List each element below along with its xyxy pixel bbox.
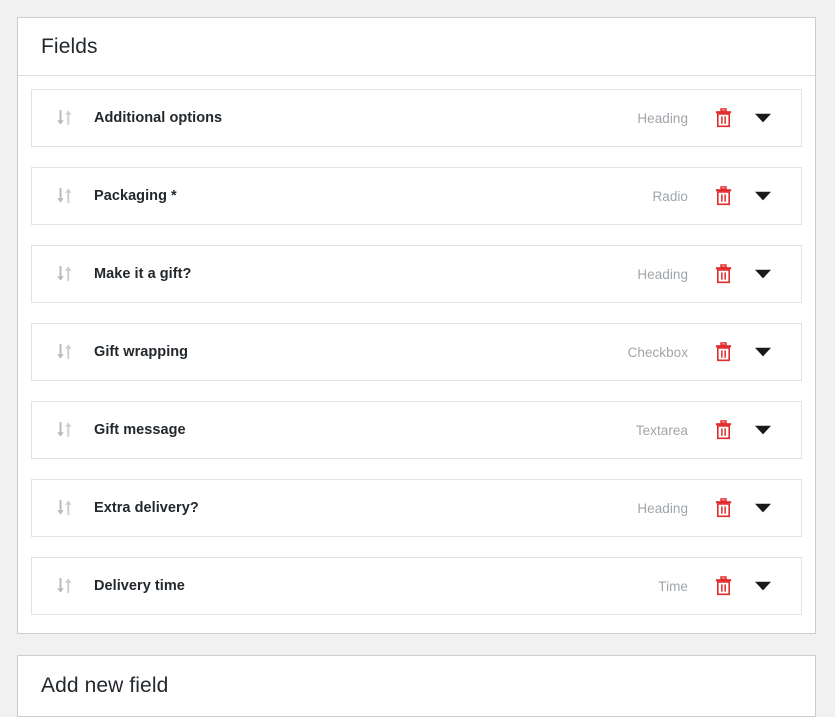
field-row[interactable]: Additional options Heading bbox=[31, 89, 802, 147]
trash-icon[interactable] bbox=[710, 573, 736, 599]
chevron-down-icon[interactable] bbox=[750, 417, 776, 443]
trash-icon[interactable] bbox=[710, 339, 736, 365]
field-row-label: Gift message bbox=[94, 422, 186, 438]
sort-arrows-icon[interactable] bbox=[53, 418, 77, 442]
trash-icon[interactable] bbox=[710, 495, 736, 521]
field-row[interactable]: Gift wrapping Checkbox bbox=[31, 323, 802, 381]
chevron-down-icon[interactable] bbox=[750, 261, 776, 287]
field-row-label: Gift wrapping bbox=[94, 344, 189, 360]
field-row-label: Delivery time bbox=[94, 578, 185, 594]
field-row-type: Time bbox=[658, 578, 688, 594]
page-title: Fields bbox=[41, 35, 98, 58]
chevron-down-icon[interactable] bbox=[750, 339, 776, 365]
sort-arrows-icon[interactable] bbox=[53, 496, 77, 520]
field-row-type: Heading bbox=[637, 110, 688, 126]
field-row[interactable]: Delivery time Time bbox=[31, 557, 802, 615]
chevron-down-icon[interactable] bbox=[750, 495, 776, 521]
field-row-type: Checkbox bbox=[627, 344, 688, 360]
field-row-label: Additional options bbox=[94, 110, 223, 126]
sort-arrows-icon[interactable] bbox=[53, 262, 77, 286]
field-row-label: Extra delivery? bbox=[94, 500, 199, 516]
field-row[interactable]: Gift message Textarea bbox=[31, 401, 802, 459]
add-new-field-panel: Add new field bbox=[17, 655, 816, 717]
field-row-label: Packaging * bbox=[94, 188, 177, 204]
chevron-down-icon[interactable] bbox=[750, 105, 776, 131]
field-row-type: Heading bbox=[637, 500, 688, 516]
chevron-down-icon[interactable] bbox=[750, 573, 776, 599]
fields-panel: Fields Additional options Heading Packagin… bbox=[17, 17, 816, 634]
field-row[interactable]: Extra delivery? Heading bbox=[31, 479, 802, 537]
add-new-field-header: Add new field bbox=[18, 656, 815, 714]
page-root: Fields Additional options Heading Packagin… bbox=[0, 0, 835, 717]
field-row-type: Heading bbox=[637, 266, 688, 282]
trash-icon[interactable] bbox=[710, 183, 736, 209]
fields-panel-header: Fields bbox=[18, 18, 815, 76]
sort-arrows-icon[interactable] bbox=[53, 574, 77, 598]
sort-arrows-icon[interactable] bbox=[53, 340, 77, 364]
field-row[interactable]: Make it a gift? Heading bbox=[31, 245, 802, 303]
field-row[interactable]: Packaging * Radio bbox=[31, 167, 802, 225]
add-new-field-title: Add new field bbox=[41, 673, 169, 697]
chevron-down-icon[interactable] bbox=[750, 183, 776, 209]
field-row-label: Make it a gift? bbox=[94, 266, 192, 282]
trash-icon[interactable] bbox=[710, 105, 736, 131]
field-row-type: Textarea bbox=[635, 422, 688, 438]
sort-arrows-icon[interactable] bbox=[53, 106, 77, 130]
fields-list: Additional options Heading Packaging * Radi… bbox=[18, 76, 815, 615]
trash-icon[interactable] bbox=[710, 417, 736, 443]
trash-icon[interactable] bbox=[710, 261, 736, 287]
sort-arrows-icon[interactable] bbox=[53, 184, 77, 208]
field-row-type: Radio bbox=[652, 188, 688, 204]
